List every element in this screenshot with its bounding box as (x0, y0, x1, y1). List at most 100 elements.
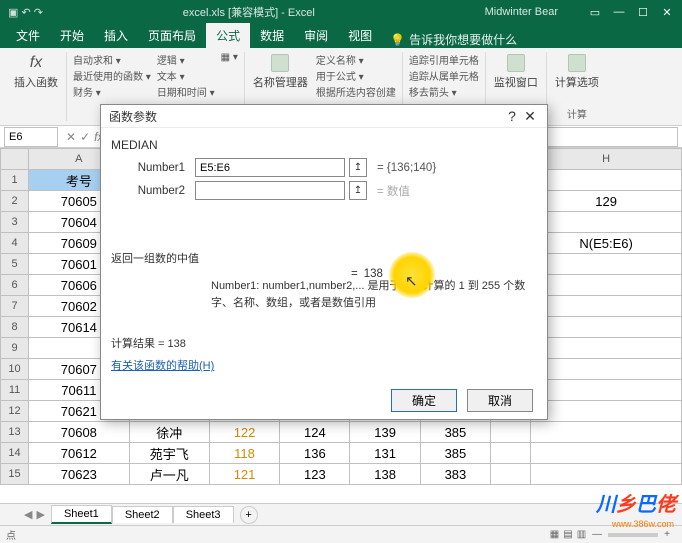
cell[interactable] (491, 464, 531, 485)
cell[interactable] (531, 212, 682, 233)
cell[interactable]: 136 (280, 443, 350, 464)
name-manager-button[interactable]: 名称管理器 (251, 52, 310, 92)
cell[interactable] (531, 443, 682, 464)
function-help-link[interactable]: 有关该函数的帮助(H) (111, 357, 214, 373)
row-header[interactable]: 14 (1, 443, 29, 464)
tab-review[interactable]: 审阅 (294, 23, 338, 48)
tab-formulas[interactable]: 公式 (206, 23, 250, 48)
trace-precedents-button[interactable]: 追踪引用单元格 (409, 52, 479, 67)
cell[interactable]: 徐冲 (129, 422, 209, 443)
ok-button[interactable]: 确定 (391, 389, 457, 412)
sheet-nav-prev-icon[interactable]: ◀ (24, 508, 32, 521)
cell[interactable] (491, 443, 531, 464)
cell[interactable]: 122 (209, 422, 279, 443)
row-header[interactable]: 8 (1, 317, 29, 338)
row-header[interactable]: 12 (1, 401, 29, 422)
view-layout-icon[interactable]: ▤ (563, 529, 572, 540)
arg2-collapse-icon[interactable]: ↥ (349, 181, 367, 200)
dialog-help-icon[interactable]: ? (503, 108, 521, 124)
cell[interactable] (531, 359, 682, 380)
row-header[interactable]: 3 (1, 212, 29, 233)
view-normal-icon[interactable]: ▦ (550, 529, 559, 540)
cell[interactable]: 385 (420, 443, 490, 464)
cell[interactable] (531, 338, 682, 359)
zoom-out-icon[interactable]: — (592, 529, 602, 540)
quick-access[interactable]: ▣ ↶ ↷ (8, 6, 43, 19)
arg1-input[interactable] (195, 158, 345, 177)
zoom-slider[interactable] (608, 533, 658, 537)
row-header[interactable]: 6 (1, 275, 29, 296)
row-header[interactable]: 9 (1, 338, 29, 359)
tell-me-search[interactable]: 💡 告诉我你想要做什么 (390, 31, 517, 48)
sheet-nav-next-icon[interactable]: ▶ (36, 508, 44, 521)
cell[interactable]: 383 (420, 464, 490, 485)
remove-arrows-button[interactable]: 移去箭头 ▾ (409, 84, 479, 99)
more-functions-button[interactable]: ▦ ▾ (221, 52, 238, 63)
datetime-button[interactable]: 日期和时间 ▾ (157, 84, 215, 99)
define-name-button[interactable]: 定义名称 ▾ (316, 52, 396, 67)
cell[interactable]: 123 (280, 464, 350, 485)
row-header[interactable]: 4 (1, 233, 29, 254)
cell[interactable]: 70623 (29, 464, 129, 485)
cell[interactable]: 138 (350, 464, 420, 485)
cell[interactable] (531, 254, 682, 275)
tab-home[interactable]: 开始 (50, 23, 94, 48)
cell[interactable] (491, 422, 531, 443)
cell[interactable]: 385 (420, 422, 490, 443)
sheet-tab-3[interactable]: Sheet3 (173, 506, 234, 523)
sheet-tab-2[interactable]: Sheet2 (112, 506, 173, 523)
dialog-title-bar[interactable]: 函数参数 ? ✕ (101, 105, 547, 128)
dialog-close-icon[interactable]: ✕ (521, 108, 539, 125)
cell[interactable]: 139 (350, 422, 420, 443)
cancel-edit-icon[interactable]: ✕ (66, 130, 76, 144)
confirm-edit-icon[interactable]: ✓ (80, 130, 90, 144)
add-sheet-button[interactable]: + (240, 506, 258, 524)
close-icon[interactable]: ✕ (660, 6, 674, 19)
cell[interactable] (531, 296, 682, 317)
cell[interactable] (531, 422, 682, 443)
trace-dependents-button[interactable]: 追踪从属单元格 (409, 68, 479, 83)
tab-insert[interactable]: 插入 (94, 23, 138, 48)
cell[interactable]: 118 (209, 443, 279, 464)
text-button[interactable]: 文本 ▾ (157, 68, 215, 83)
cell[interactable] (531, 275, 682, 296)
row-header[interactable]: 13 (1, 422, 29, 443)
create-from-selection-button[interactable]: 根据所选内容创建 (316, 84, 396, 99)
sheet-tab-1[interactable]: Sheet1 (51, 505, 112, 524)
insert-function-button[interactable]: fx 插入函数 (12, 52, 60, 92)
view-pagebreak-icon[interactable]: ▥ (577, 529, 586, 540)
financial-button[interactable]: 财务 ▾ (73, 84, 151, 99)
tab-layout[interactable]: 页面布局 (138, 23, 206, 48)
cell[interactable]: 卢一凡 (129, 464, 209, 485)
select-all-corner[interactable] (1, 149, 29, 170)
watch-window-button[interactable]: 监视窗口 (492, 52, 540, 92)
cell[interactable]: 124 (280, 422, 350, 443)
cancel-button[interactable]: 取消 (467, 389, 533, 412)
cell[interactable] (531, 317, 682, 338)
row-header[interactable]: 2 (1, 191, 29, 212)
cell[interactable] (531, 464, 682, 485)
row-header[interactable]: 15 (1, 464, 29, 485)
row-header[interactable]: 7 (1, 296, 29, 317)
tab-data[interactable]: 数据 (250, 23, 294, 48)
tab-view[interactable]: 视图 (338, 23, 382, 48)
cell[interactable]: 131 (350, 443, 420, 464)
cell[interactable]: N(E5:E6) (531, 233, 682, 254)
row-header[interactable]: 11 (1, 380, 29, 401)
row-header[interactable]: 1 (1, 170, 29, 191)
logical-button[interactable]: 逻辑 ▾ (157, 52, 215, 67)
name-box[interactable] (4, 127, 58, 147)
cell[interactable] (531, 401, 682, 422)
cell[interactable]: 70612 (29, 443, 129, 464)
cell[interactable]: 121 (209, 464, 279, 485)
zoom-in-icon[interactable]: + (664, 529, 670, 540)
col-header[interactable]: H (531, 149, 682, 170)
minimize-icon[interactable]: — (612, 6, 626, 19)
maximize-icon[interactable]: ☐ (636, 6, 650, 19)
row-header[interactable]: 10 (1, 359, 29, 380)
ribbon-options-icon[interactable]: ▭ (588, 6, 602, 19)
tab-file[interactable]: 文件 (6, 23, 50, 48)
arg1-collapse-icon[interactable]: ↥ (349, 158, 367, 177)
cell[interactable]: 苑宇飞 (129, 443, 209, 464)
row-header[interactable]: 5 (1, 254, 29, 275)
